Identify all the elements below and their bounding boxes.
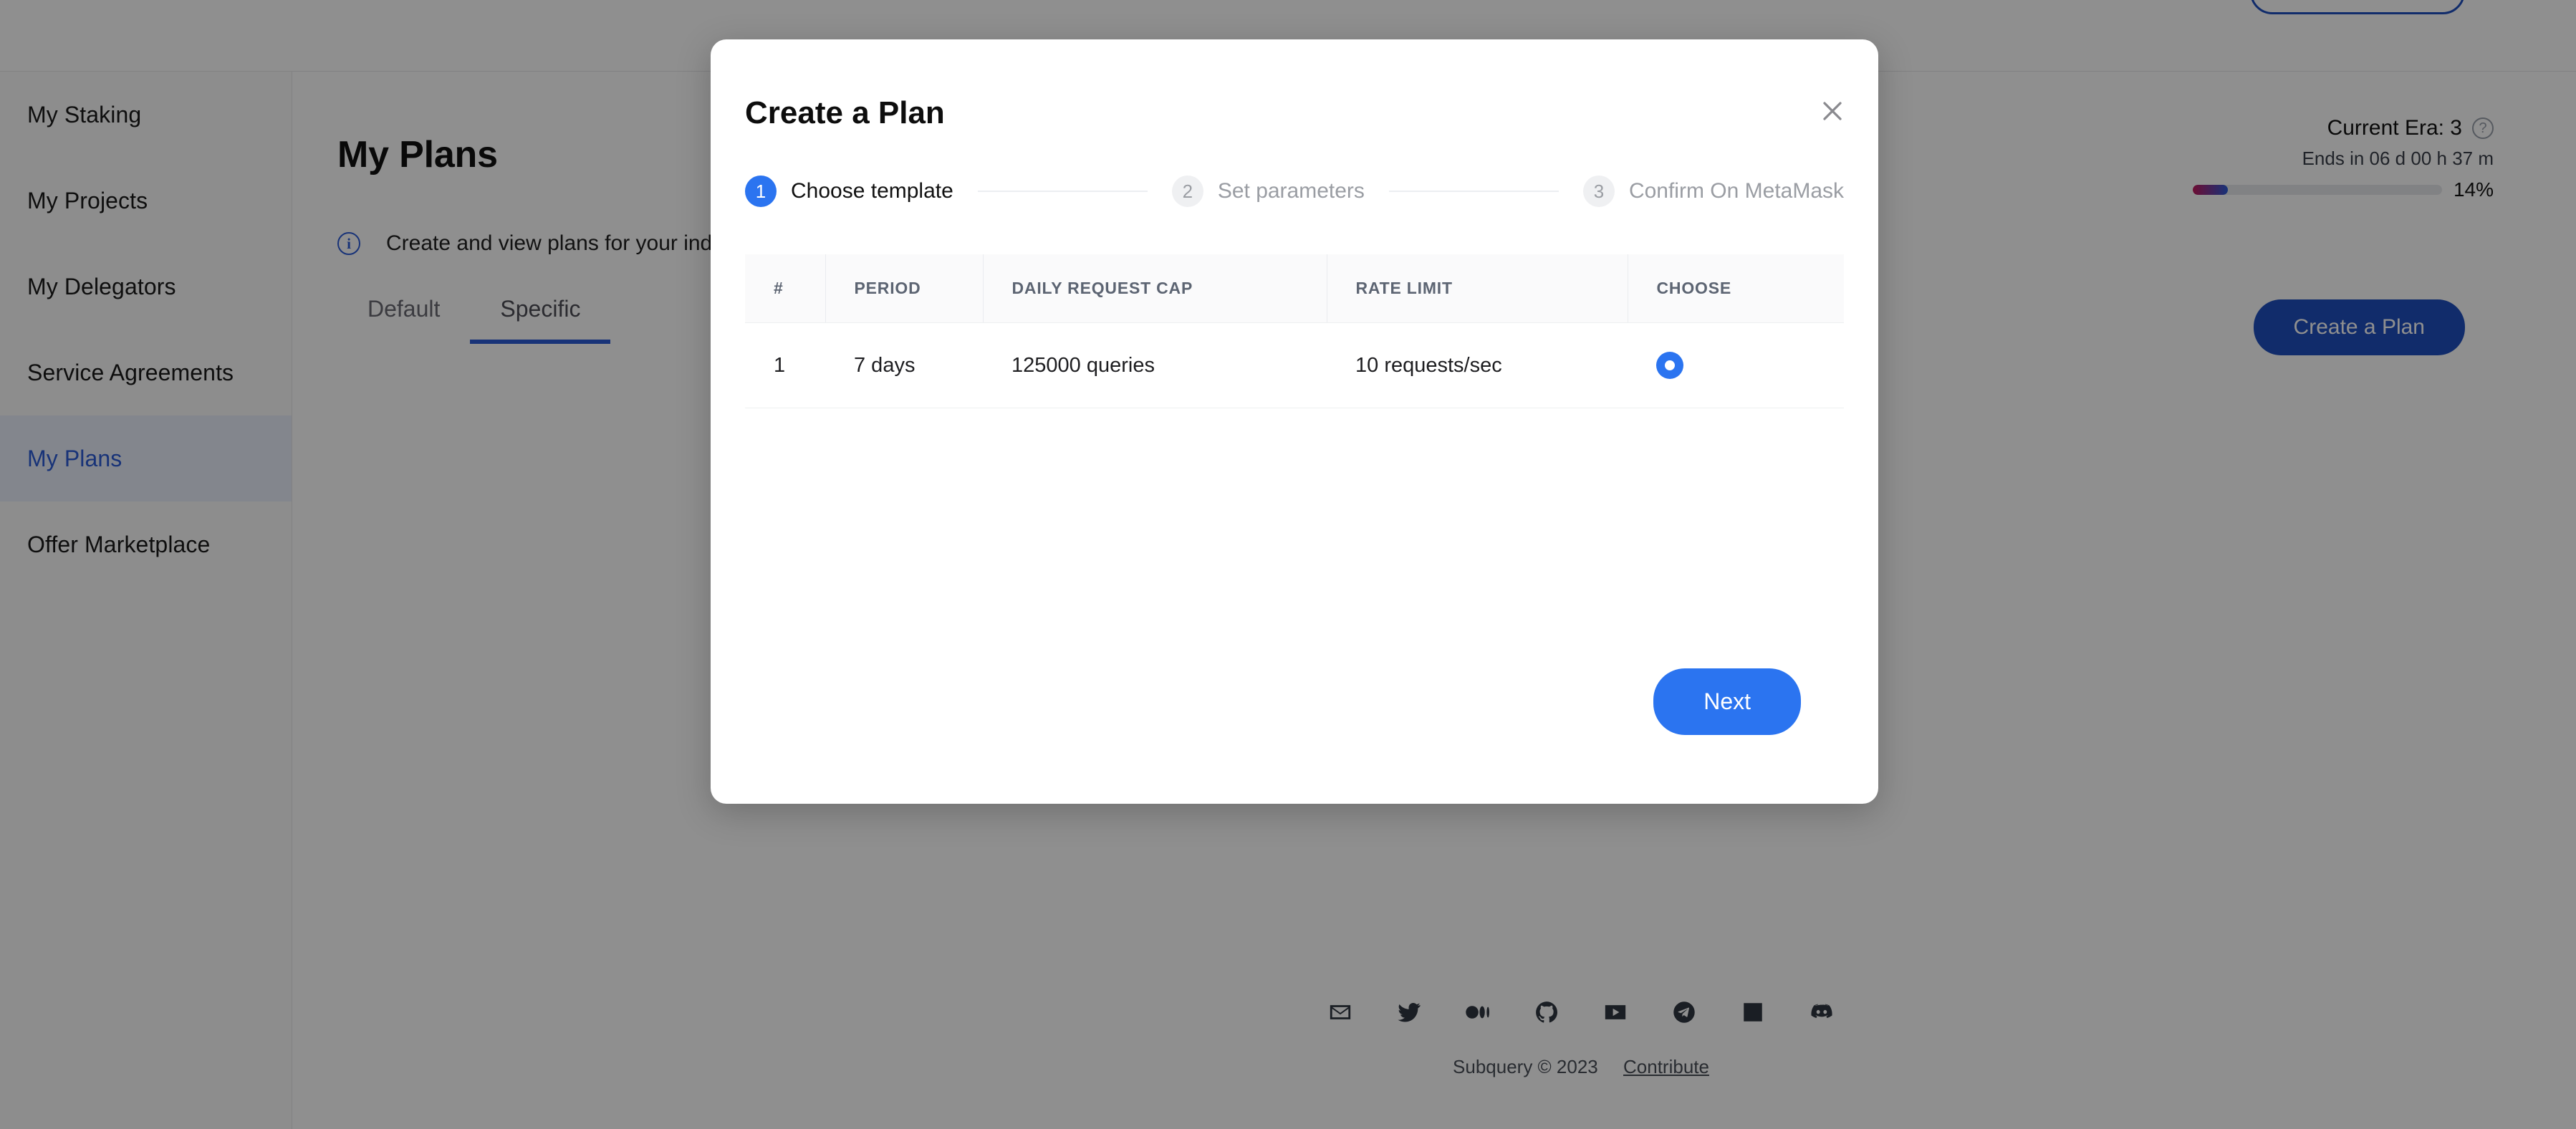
cell-rate-limit: 10 requests/sec xyxy=(1327,322,1628,408)
table-row[interactable]: 1 7 days 125000 queries 10 requests/sec xyxy=(745,322,1844,408)
cell-daily-request-cap: 125000 queries xyxy=(983,322,1327,408)
modal-title: Create a Plan xyxy=(745,95,945,130)
close-icon[interactable] xyxy=(1817,95,1848,127)
cell-index: 1 xyxy=(745,322,825,408)
column-header-index: # xyxy=(745,254,825,323)
step-set-parameters[interactable]: 2 Set parameters xyxy=(1171,176,1365,207)
stepper: 1 Choose template 2 Set parameters 3 Con… xyxy=(745,176,1844,207)
next-button[interactable]: Next xyxy=(1653,668,1801,735)
step-number: 3 xyxy=(1582,176,1615,207)
table-body: 1 7 days 125000 queries 10 requests/sec xyxy=(745,322,1844,408)
table-header: # PERIOD DAILY REQUEST CAP RATE LIMIT CH… xyxy=(745,254,1844,323)
step-label: Set parameters xyxy=(1217,179,1365,203)
column-header-daily-request-cap: DAILY REQUEST CAP xyxy=(982,254,1327,323)
cell-choose xyxy=(1628,322,1844,408)
step-choose-template[interactable]: 1 Choose template xyxy=(745,176,953,207)
cell-period: 7 days xyxy=(825,322,983,408)
create-a-plan-modal: Create a Plan 1 Choose template 2 Set pa… xyxy=(711,39,1878,804)
radio-button-selected[interactable] xyxy=(1656,352,1683,379)
step-number: 2 xyxy=(1171,176,1203,207)
column-header-choose: CHOOSE xyxy=(1627,254,1844,323)
column-header-period: PERIOD xyxy=(825,254,983,323)
step-number: 1 xyxy=(745,176,777,207)
plan-templates-table: # PERIOD DAILY REQUEST CAP RATE LIMIT CH… xyxy=(745,254,1844,408)
step-connector xyxy=(1388,191,1559,192)
table-header-row: # PERIOD DAILY REQUEST CAP RATE LIMIT CH… xyxy=(745,254,1844,323)
step-confirm-on-metamask[interactable]: 3 Confirm On MetaMask xyxy=(1582,176,1845,207)
step-label: Choose template xyxy=(791,179,953,203)
column-header-rate-limit: RATE LIMIT xyxy=(1326,254,1628,323)
step-connector xyxy=(977,191,1148,192)
step-label: Confirm On MetaMask xyxy=(1628,179,1845,203)
